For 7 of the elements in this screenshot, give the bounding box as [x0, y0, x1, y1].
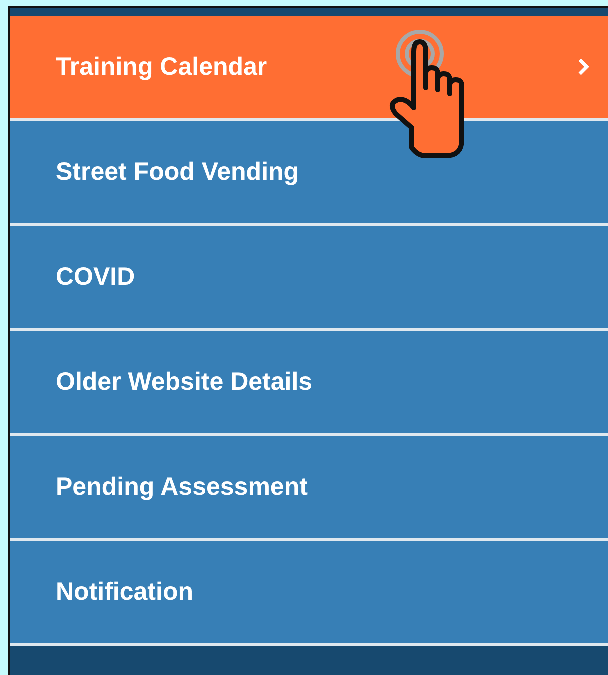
menu-item[interactable]: Street Food Vending [10, 121, 608, 226]
chevron-right-icon [578, 58, 590, 76]
menu-item[interactable]: Pending Assessment [10, 436, 608, 541]
menu-item[interactable]: Training Calendar [10, 16, 608, 121]
menu-item[interactable]: Older Website Details [10, 331, 608, 436]
menu-item[interactable]: COVID [10, 226, 608, 331]
menu-item[interactable]: Notification [10, 541, 608, 646]
